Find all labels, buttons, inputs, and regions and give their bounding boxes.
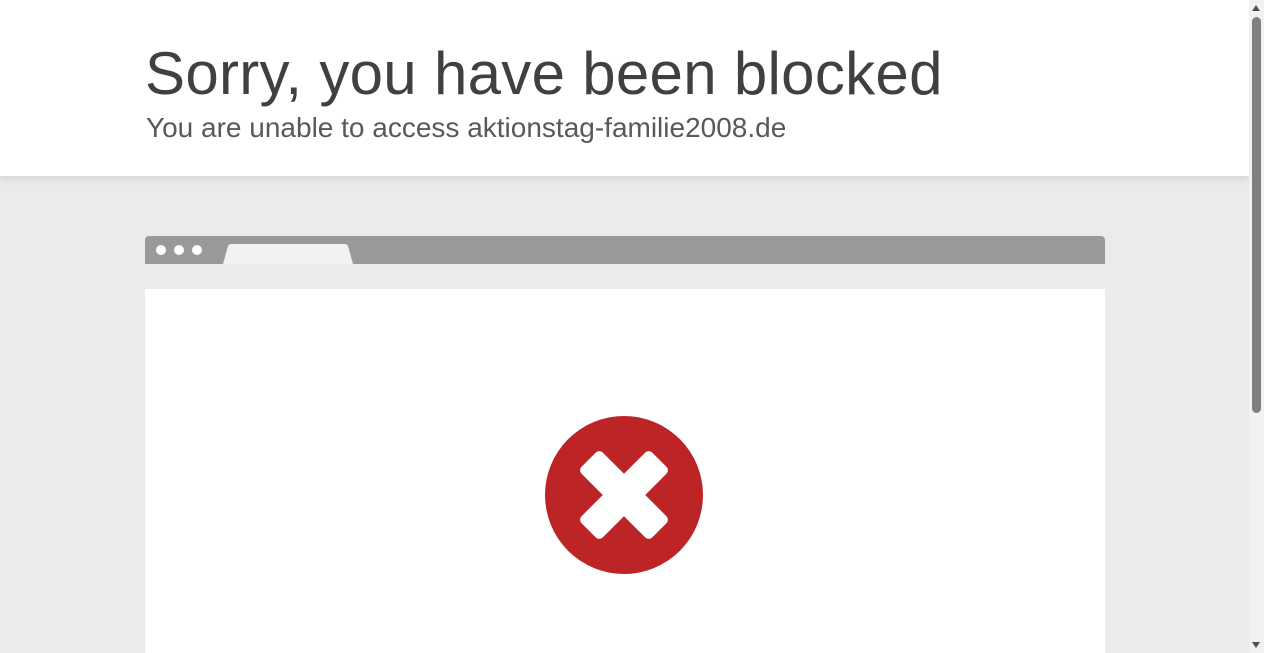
window-dot-icon — [156, 245, 166, 255]
page-header: Sorry, you have been blocked You are una… — [0, 0, 1249, 176]
scroll-down-arrow-icon[interactable] — [1252, 642, 1260, 648]
scrollbar-thumb[interactable] — [1252, 17, 1261, 413]
page-title: Sorry, you have been blocked — [145, 40, 943, 107]
vertical-scrollbar[interactable] — [1249, 0, 1264, 653]
window-dot-icon — [192, 245, 202, 255]
block-x-icon — [545, 416, 703, 574]
window-dot-icon — [174, 245, 184, 255]
browser-tab-icon — [223, 244, 353, 264]
page-subtitle: You are unable to access aktionstag-fami… — [146, 112, 787, 143]
scroll-up-arrow-icon[interactable] — [1252, 5, 1260, 11]
block-page: Sorry, you have been blocked You are una… — [0, 0, 1249, 653]
browser-illustration-bar — [145, 236, 1105, 264]
browser-illustration-window — [145, 289, 1105, 653]
